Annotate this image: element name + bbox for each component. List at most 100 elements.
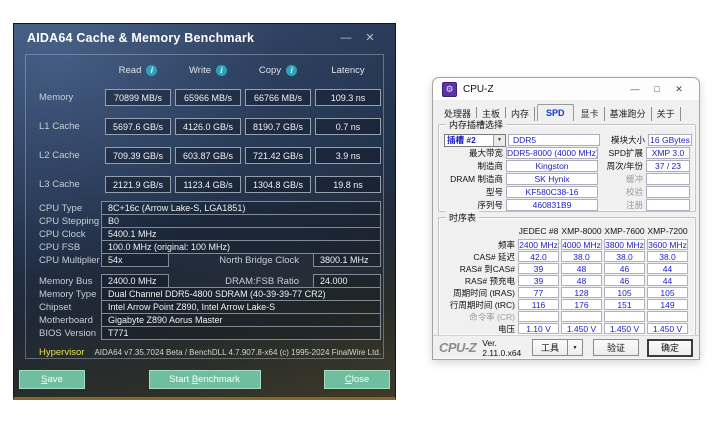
validate-button[interactable]: 验证	[593, 339, 639, 356]
col-xmp8000: XMP-8000	[561, 226, 602, 236]
info-icon[interactable]: i	[146, 64, 158, 76]
north-bridge-clock-label: North Bridge Clock	[219, 254, 299, 266]
chipset-value: Intel Arrow Point Z890, Intel Arrow Lake…	[101, 300, 381, 314]
tab-about[interactable]: 关于	[652, 107, 681, 121]
column-header-row: Read i Write i Copy i Latency	[26, 63, 383, 77]
memory-read-value: 70899 MB/s	[105, 89, 171, 106]
close-button[interactable]: Close	[324, 370, 390, 389]
minimize-icon[interactable]: —	[624, 84, 646, 94]
max-bandwidth-value: DDR5-8000 (4000 MHz)	[506, 147, 598, 159]
l1-latency-value: 0.7 ns	[315, 118, 381, 135]
week-year-label: 周次/年份	[606, 161, 643, 171]
close-icon[interactable]: ✕	[358, 31, 382, 44]
module-size-value: 16 GBytes	[648, 134, 692, 146]
button-bar: Save Start Benchmark Close	[18, 370, 391, 389]
ecc-label: 校验	[625, 187, 643, 197]
spd-ext-value: XMP 3.0	[646, 147, 690, 159]
max-bandwidth-label: 最大带宽	[468, 148, 503, 158]
l3-read-value: 2121.9 GB/s	[105, 176, 171, 193]
tab-bench[interactable]: 基准跑分	[605, 107, 652, 121]
l1-read-value: 5697.6 GB/s	[105, 118, 171, 135]
slot-select[interactable]: 插槽 #2 ▼	[444, 133, 506, 147]
north-bridge-clock-value: 3800.1 MHz	[313, 253, 381, 267]
cpuz-app-icon: ⚙	[442, 81, 457, 97]
dram-fsb-ratio-value: 24.000	[313, 274, 381, 288]
l2-latency-value: 3.9 ns	[315, 147, 381, 164]
slot-row: 插槽 #2 ▼ DDR5 模块大小 16 GBytes	[444, 133, 692, 147]
column-header-latency: Latency	[331, 64, 365, 76]
l3-copy-value: 1304.8 GB/s	[245, 176, 311, 193]
cpu-stepping-row: CPU Stepping B0	[26, 214, 383, 228]
registered-label: 注册	[625, 200, 643, 210]
ecc-value	[646, 186, 690, 198]
memory-type-row: Memory Type Dual Channel DDR5-4800 SDRAM…	[26, 287, 383, 301]
dram-manufacturer-label: DRAM 制造商	[450, 174, 503, 184]
ok-button[interactable]: 确定	[647, 338, 693, 357]
serial-number-row: 序列号 460831B9 注册	[444, 199, 690, 211]
hypervisor-label: Hypervisor	[39, 347, 85, 358]
column-header-read: Read i	[105, 64, 171, 76]
cpu-multiplier-value: 54x	[101, 253, 169, 267]
memory-bus-value: 2400.0 MHz	[101, 274, 169, 288]
part-number-value: KF580C38-16	[506, 186, 598, 198]
minimize-icon[interactable]: —	[334, 32, 358, 44]
tras-row: 周期时间 (tRAS) 77 128 105 105	[444, 287, 690, 298]
col-xmp7600: XMP-7600	[604, 226, 645, 236]
row-label: Chipset	[39, 301, 72, 313]
l3-latency-value: 19.8 ns	[315, 176, 381, 193]
row-label: CPU Clock	[39, 228, 86, 240]
aida64-titlebar[interactable]: AIDA64 Cache & Memory Benchmark — ✕	[14, 24, 395, 51]
voltage-row: 电压 1.10 V 1.450 V 1.450 V 1.450 V	[444, 323, 690, 334]
row-label: BIOS Version	[39, 327, 97, 339]
maximize-icon[interactable]: □	[646, 84, 668, 94]
tab-graphics[interactable]: 显卡	[576, 107, 605, 121]
cpu-type-row: CPU Type 8C+16c (Arrow Lake-S, LGA1851)	[26, 201, 383, 215]
trc-row: 行周期时间 (tRC) 116 176 151 149	[444, 299, 690, 310]
buffered-value	[646, 173, 690, 185]
column-header-copy: Copy i	[245, 64, 311, 76]
bios-version-row: BIOS Version T771	[26, 326, 383, 340]
info-icon[interactable]: i	[286, 64, 298, 76]
cas-latency-row: CAS# 延迟 42.0 38.0 38.0 38.0	[444, 251, 690, 262]
tab-memory[interactable]: 内存	[506, 107, 536, 121]
module-size-label: 模块大小	[610, 135, 645, 145]
groupbox-legend: 时序表	[446, 211, 480, 224]
row-label: CPU Multiplier	[39, 254, 100, 266]
cpu-clock-row: CPU Clock 5400.1 MHz	[26, 227, 383, 241]
memory-slot-groupbox: 内存插槽选择 插槽 #2 ▼ DDR5 模块大小 16 GBytes 最大带宽 …	[438, 118, 696, 212]
slot-select-value: 插槽 #2	[447, 134, 476, 145]
part-number-label: 型号	[485, 187, 503, 197]
memory-copy-value: 66766 MB/s	[245, 89, 311, 106]
window-title: AIDA64 Cache & Memory Benchmark	[27, 30, 255, 45]
row-label: L1 Cache	[39, 121, 80, 132]
col-jedec: JEDEC #8	[518, 226, 559, 236]
start-benchmark-button[interactable]: Start Benchmark	[148, 370, 261, 389]
slot-type-value: DDR5	[508, 134, 600, 146]
timings-groupbox: 时序表 JEDEC #8 XMP-8000 XMP-7600 XMP-7200 …	[438, 211, 696, 336]
max-bandwidth-row: 最大带宽 DDR5-8000 (4000 MHz) SPD扩展 XMP 3.0	[444, 147, 690, 159]
info-icon[interactable]: i	[216, 64, 227, 76]
tools-button[interactable]: 工具	[532, 339, 568, 356]
row-label: CPU FSB	[39, 241, 81, 253]
row-label: CPU Type	[39, 202, 83, 214]
row-label: Motherboard	[39, 314, 93, 326]
table-row-l3: L3 Cache 2121.9 GB/s 1123.4 GB/s 1304.8 …	[26, 176, 383, 193]
tab-spd[interactable]: SPD	[537, 104, 574, 121]
tools-dropdown-icon[interactable]: ▼	[568, 339, 583, 356]
manufacturer-label: 制造商	[477, 161, 503, 171]
close-icon[interactable]: ✕	[668, 84, 690, 95]
command-rate-row: 命令率 (CR)	[444, 311, 690, 322]
cpuz-titlebar[interactable]: ⚙ CPU-Z — □ ✕	[433, 78, 699, 101]
aida64-window: AIDA64 Cache & Memory Benchmark — ✕ Read…	[13, 23, 396, 400]
registered-value	[646, 199, 690, 211]
memory-type-value: Dual Channel DDR5-4800 SDRAM (40-39-39-7…	[101, 287, 381, 301]
cpuz-logo: CPU-Z	[439, 340, 477, 355]
l2-copy-value: 721.42 GB/s	[245, 147, 311, 164]
version-footer-text: AIDA64 v7.35.7024 Beta / BenchDLL 4.7.90…	[94, 348, 381, 357]
motherboard-row: Motherboard Gigabyte Z890 Aorus Master	[26, 313, 383, 327]
save-button[interactable]: Save	[19, 370, 85, 389]
memory-bus-row: Memory Bus 2400.0 MHz DRAM:FSB Ratio 24.…	[26, 274, 383, 288]
week-year-value: 37 / 23	[646, 160, 690, 172]
hypervisor-row: Hypervisor AIDA64 v7.35.7024 Beta / Benc…	[26, 346, 383, 359]
chevron-down-icon[interactable]: ▼	[493, 134, 505, 146]
